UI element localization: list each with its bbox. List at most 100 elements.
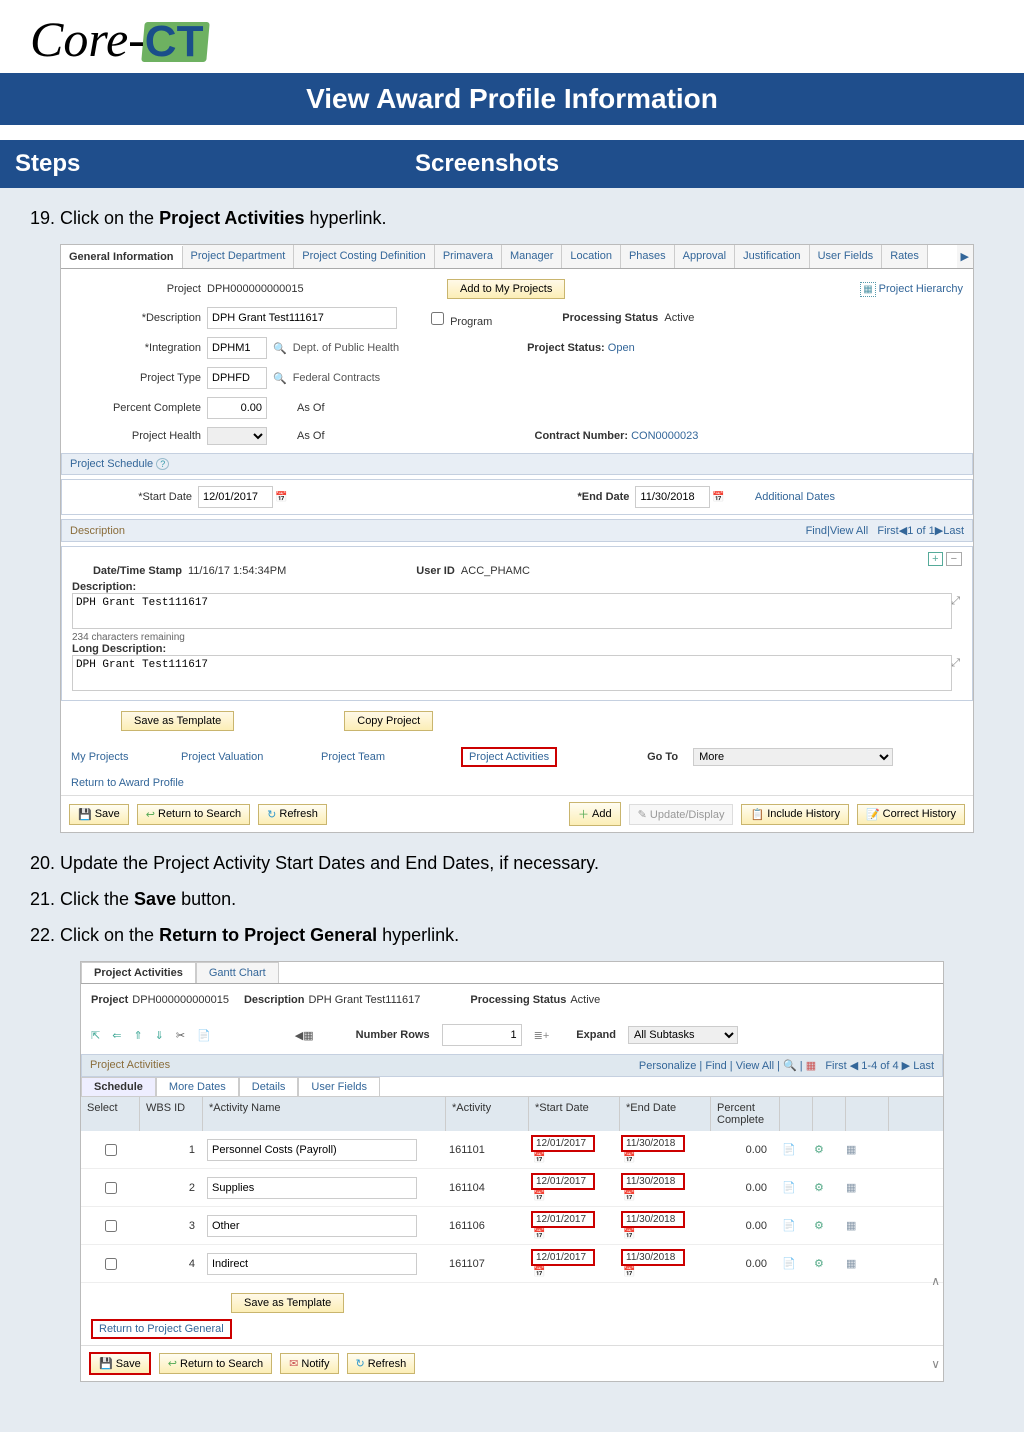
correct-history-button[interactable]: 📝Correct History (857, 804, 965, 825)
program-checkbox-label[interactable]: Program (427, 309, 492, 328)
up-arrow-icon[interactable]: ⇑ (133, 1029, 142, 1042)
notify-button[interactable]: ✉Notify (280, 1353, 338, 1374)
end-date-input[interactable]: 11/30/2018 (621, 1173, 685, 1190)
refresh-button[interactable]: ↻Refresh (258, 804, 327, 825)
desc-textarea[interactable]: DPH Grant Test111617 (72, 593, 952, 629)
calendar-icon[interactable]: 📅 (533, 1267, 545, 1278)
expand-icon[interactable]: ⤢ (951, 657, 960, 670)
indent-icon[interactable]: ◀▦ (295, 1029, 314, 1042)
tab-manager[interactable]: Manager (502, 245, 562, 268)
calendar-icon[interactable]: 📅 (623, 1267, 635, 1278)
personalize-link[interactable]: Personalize (639, 1060, 696, 1072)
activity-name-input[interactable] (207, 1215, 417, 1237)
project-status-link[interactable]: Open (608, 342, 635, 354)
save-button[interactable]: 💾Save (69, 804, 129, 825)
copy-project-button[interactable]: Copy Project (344, 711, 433, 731)
tab-project-activities[interactable]: Project Activities (81, 962, 196, 983)
calendar-icon[interactable]: 📅 (275, 492, 287, 503)
calendar-icon[interactable]: 📅 (623, 1153, 635, 1164)
calendar-icon[interactable]: 📅 (533, 1153, 545, 1164)
save-template-button[interactable]: Save as Template (121, 711, 234, 731)
calendar-icon[interactable]: 📅 (533, 1191, 545, 1202)
next-icon[interactable]: ▶ (935, 524, 943, 537)
refresh-button[interactable]: ↻Refresh (347, 1353, 416, 1374)
note-icon[interactable]: ▦ (843, 1220, 859, 1232)
activity-name-input[interactable] (207, 1253, 417, 1275)
detail-icon[interactable]: 📄 (779, 1258, 799, 1270)
viewall-link[interactable]: View All (736, 1060, 774, 1072)
add-button[interactable]: ＋Add (569, 802, 621, 826)
prev-icon[interactable]: ◀ (899, 524, 907, 537)
subtab-more-dates[interactable]: More Dates (156, 1077, 239, 1096)
add-row-icon[interactable]: + (928, 552, 942, 566)
cut-icon[interactable]: ✂ (176, 1029, 185, 1042)
subtab-user-fields[interactable]: User Fields (298, 1077, 380, 1096)
percent-complete-input[interactable] (207, 397, 267, 419)
left-arrow-icon[interactable]: ⇐ (112, 1029, 121, 1042)
tab-gantt[interactable]: Gantt Chart (196, 962, 279, 983)
end-date-input[interactable]: 11/30/2018 (621, 1211, 685, 1228)
lookup-icon[interactable]: 🔍 (273, 342, 287, 355)
export-icon[interactable]: ⇱ (91, 1029, 100, 1042)
viewall-link[interactable]: View All (830, 525, 868, 537)
expand-icon[interactable]: ⤢ (951, 595, 960, 608)
tree-icon[interactable]: ⚙ (811, 1220, 827, 1232)
zoom-icon[interactable]: 🔍 (783, 1060, 797, 1072)
end-date-input[interactable]: 11/30/2018 (621, 1135, 685, 1152)
start-date-input[interactable]: 12/01/2017 (531, 1211, 595, 1228)
note-icon[interactable]: ▦ (843, 1258, 859, 1270)
expand-select[interactable]: All Subtasks (628, 1026, 738, 1044)
activity-name-input[interactable] (207, 1139, 417, 1161)
find-link[interactable]: Find (705, 1060, 726, 1072)
project-valuation-link[interactable]: Project Valuation (181, 751, 321, 763)
integration-input[interactable] (207, 337, 267, 359)
tree-icon[interactable]: ⚙ (811, 1258, 827, 1270)
note-icon[interactable]: ▦ (843, 1182, 859, 1194)
down-arrow-icon[interactable]: ⇓ (155, 1029, 164, 1042)
activity-name-input[interactable] (207, 1177, 417, 1199)
tree-icon[interactable]: ⚙ (811, 1144, 827, 1156)
add-to-projects-button[interactable]: Add to My Projects (447, 279, 565, 299)
save-button[interactable]: 💾Save (91, 1354, 149, 1373)
tab-project-dept[interactable]: Project Department (183, 245, 295, 268)
row-select[interactable] (105, 1220, 117, 1232)
project-team-link[interactable]: Project Team (321, 751, 461, 763)
project-hierarchy-link[interactable]: Project Hierarchy (879, 283, 963, 295)
end-date-input[interactable] (635, 486, 710, 508)
calendar-icon[interactable]: 📅 (623, 1229, 635, 1240)
tab-location[interactable]: Location (562, 245, 621, 268)
row-select[interactable] (105, 1258, 117, 1270)
copy-icon[interactable]: 📄 (197, 1029, 211, 1042)
calendar-icon[interactable]: 📅 (533, 1229, 545, 1240)
find-link[interactable]: Find (806, 525, 827, 537)
tab-costing-def[interactable]: Project Costing Definition (294, 245, 435, 268)
tab-user-fields[interactable]: User Fields (810, 245, 883, 268)
help-icon[interactable]: ? (156, 458, 169, 470)
include-history-button[interactable]: 📋Include History (741, 804, 848, 825)
tab-primavera[interactable]: Primavera (435, 245, 502, 268)
detail-icon[interactable]: 📄 (779, 1144, 799, 1156)
subtab-details[interactable]: Details (239, 1077, 299, 1096)
grid-icon[interactable]: ▦ (806, 1060, 816, 1072)
rows-icon[interactable]: ≣+ (534, 1029, 550, 1042)
subtab-schedule[interactable]: Schedule (81, 1077, 156, 1096)
numrows-input[interactable] (442, 1024, 522, 1046)
return-search-button[interactable]: ↩Return to Search (159, 1353, 272, 1374)
tree-icon[interactable]: ⚙ (811, 1182, 827, 1194)
save-template-button[interactable]: Save as Template (231, 1293, 344, 1313)
tab-general-info[interactable]: General Information (61, 246, 183, 269)
tab-rates[interactable]: Rates (882, 245, 928, 268)
start-date-input[interactable]: 12/01/2017 (531, 1249, 595, 1266)
calendar-icon[interactable]: 📅 (623, 1191, 635, 1202)
hierarchy-icon[interactable]: ▦ (860, 282, 875, 297)
scroll-down-icon[interactable]: ∨ (931, 1357, 940, 1371)
contract-link[interactable]: CON0000023 (631, 430, 698, 442)
detail-icon[interactable]: 📄 (779, 1182, 799, 1194)
detail-icon[interactable]: 📄 (779, 1220, 799, 1232)
prev-icon[interactable]: ◀ (850, 1060, 858, 1072)
next-icon[interactable]: ▶ (902, 1060, 910, 1072)
tab-approval[interactable]: Approval (675, 245, 735, 268)
start-date-input[interactable] (198, 486, 273, 508)
lookup-icon[interactable]: 🔍 (273, 372, 287, 385)
return-search-button[interactable]: ↩Return to Search (137, 804, 250, 825)
